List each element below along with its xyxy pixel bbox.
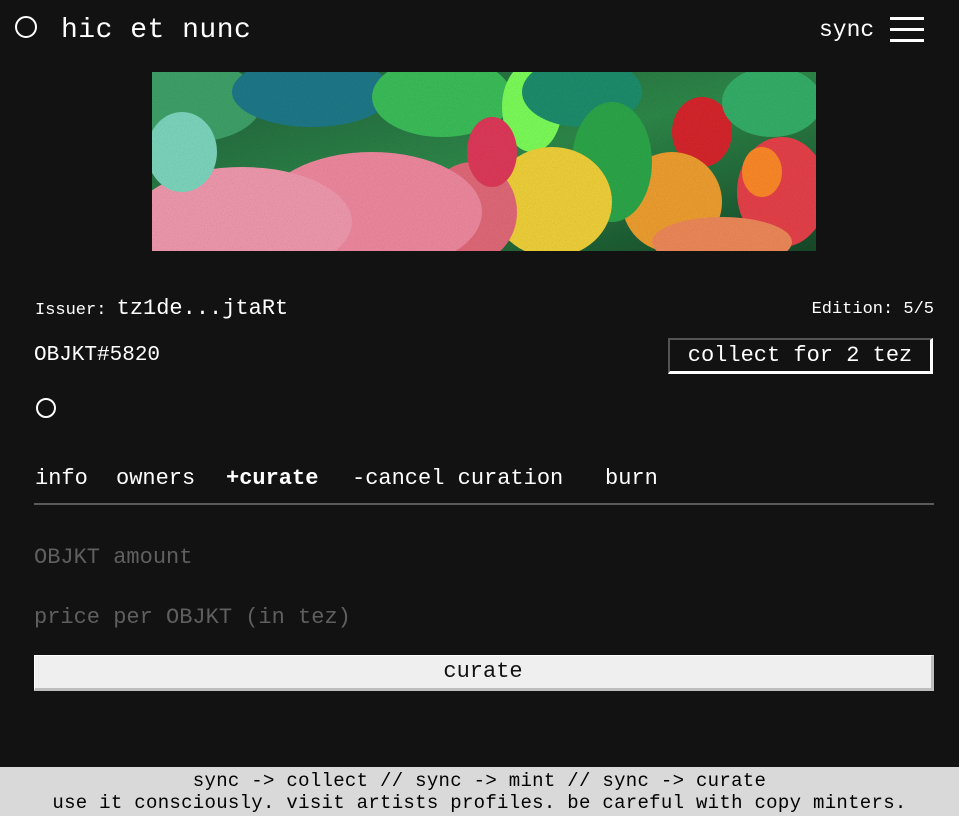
site-logo-text[interactable]: hic et nunc [61,14,251,48]
price-per-objkt-input[interactable] [34,600,934,634]
edition-label: Edition: [811,300,894,319]
creator-circle-icon [36,398,56,418]
footer-line-2: use it consciously. visit artists profil… [52,792,907,814]
objkt-amount-input[interactable] [34,540,934,574]
logo-circle-icon[interactable] [15,16,37,38]
issuer-info: Issuer: tz1de...jtaRt [35,297,288,323]
artwork-image-graphic [152,72,816,251]
footer-banner: sync -> collect // sync -> mint // sync … [0,767,959,816]
tab-owners[interactable]: owners [116,465,195,493]
tab-burn[interactable]: burn [605,465,658,493]
issuer-address-link[interactable]: tz1de...jtaRt [117,296,289,321]
edition-value: 5/5 [903,300,934,319]
tabs-divider [34,503,934,505]
objkt-id: OBJKT#5820 [34,344,161,367]
issuer-label: Issuer: [35,301,107,320]
tab-curate[interactable]: +curate [226,465,318,493]
hamburger-menu-icon[interactable] [890,17,924,43]
top-navigation: hic et nunc sync [0,0,959,62]
collect-button[interactable]: collect for 2 tez [668,338,933,374]
artwork-image [152,72,816,251]
sync-link[interactable]: sync [819,16,874,44]
edition-info: Edition: 5/5 [812,298,934,322]
curate-button[interactable]: curate [34,655,934,691]
tab-info[interactable]: info [35,465,88,493]
footer-line-1: sync -> collect // sync -> mint // sync … [192,770,767,792]
tab-cancel-curation[interactable]: -cancel curation [352,465,563,493]
